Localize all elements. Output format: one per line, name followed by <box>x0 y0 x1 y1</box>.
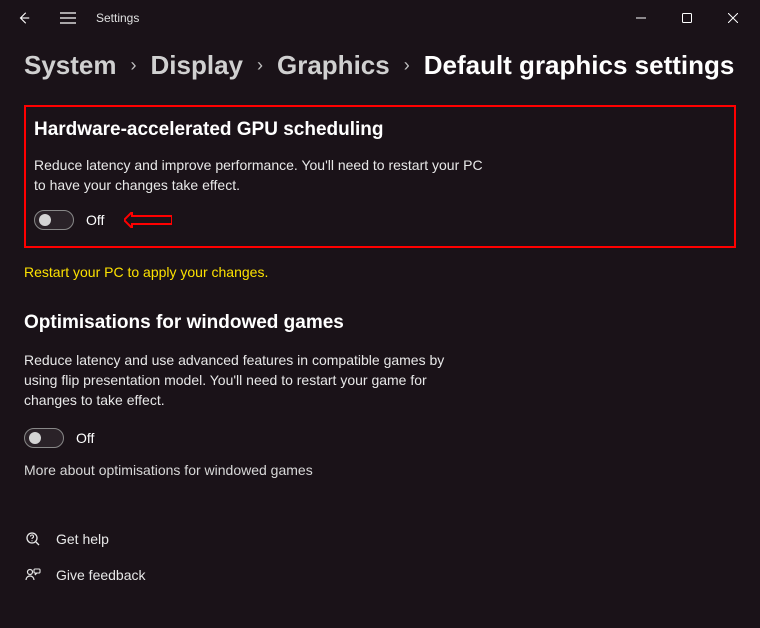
back-button[interactable] <box>4 0 44 36</box>
breadcrumb-system[interactable]: System <box>24 50 117 81</box>
close-icon <box>728 13 738 23</box>
gpu-scheduling-toggle[interactable] <box>34 210 74 230</box>
windowed-games-description: Reduce latency and use advanced features… <box>24 350 464 411</box>
maximize-icon <box>682 13 692 23</box>
menu-button[interactable] <box>48 0 88 36</box>
gpu-scheduling-description: Reduce latency and improve performance. … <box>34 155 484 196</box>
breadcrumb-display[interactable]: Display <box>151 50 244 81</box>
chevron-right-icon: › <box>257 55 263 76</box>
get-help-label: Get help <box>56 531 109 547</box>
maximize-button[interactable] <box>664 0 710 36</box>
gpu-scheduling-section: Hardware-accelerated GPU scheduling Redu… <box>24 105 736 248</box>
window-title: Settings <box>96 11 139 25</box>
chevron-right-icon: › <box>131 55 137 76</box>
chevron-right-icon: › <box>404 55 410 76</box>
help-icon <box>24 530 42 548</box>
breadcrumb: System › Display › Graphics › Default gr… <box>0 36 760 105</box>
back-arrow-icon <box>17 11 31 25</box>
hamburger-icon <box>60 12 76 24</box>
windowed-games-toggle[interactable] <box>24 428 64 448</box>
breadcrumb-graphics[interactable]: Graphics <box>277 50 390 81</box>
toggle-knob <box>29 432 41 444</box>
more-about-link[interactable]: More about optimisations for windowed ga… <box>24 462 736 478</box>
get-help-link[interactable]: Get help <box>24 530 736 548</box>
restart-note: Restart your PC to apply your changes. <box>24 256 736 280</box>
gpu-scheduling-toggle-label: Off <box>86 212 104 228</box>
minimize-icon <box>636 13 646 23</box>
annotation-arrow-icon <box>124 212 172 228</box>
close-button[interactable] <box>710 0 756 36</box>
give-feedback-link[interactable]: Give feedback <box>24 566 736 584</box>
give-feedback-label: Give feedback <box>56 567 146 583</box>
minimize-button[interactable] <box>618 0 664 36</box>
windowed-games-title: Optimisations for windowed games <box>24 312 736 334</box>
breadcrumb-current: Default graphics settings <box>424 50 735 81</box>
windowed-games-toggle-label: Off <box>76 430 94 446</box>
toggle-knob <box>39 214 51 226</box>
feedback-icon <box>24 566 42 584</box>
gpu-scheduling-title: Hardware-accelerated GPU scheduling <box>34 119 716 141</box>
windowed-games-section: Optimisations for windowed games Reduce … <box>24 312 736 479</box>
